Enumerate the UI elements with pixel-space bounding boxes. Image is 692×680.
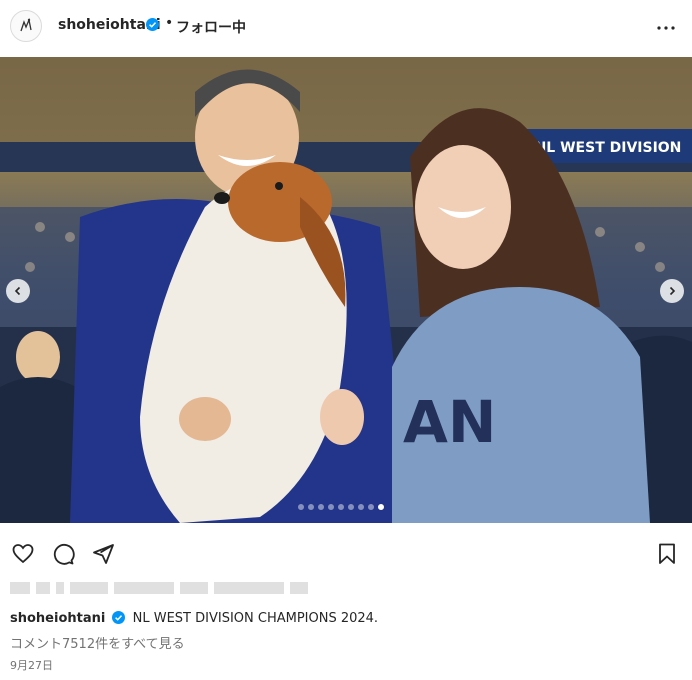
carousel-dot [318,504,324,510]
chevron-right-icon [669,286,676,296]
action-bar [0,530,692,578]
stadium-photo: NL WEST DIVISION WE AN [0,57,692,523]
carousel-dot [308,504,314,510]
verified-badge-icon [112,611,126,624]
share-icon[interactable] [91,542,115,566]
post-date: 9月27日 [10,659,53,672]
chevron-left-icon [14,286,21,296]
avatar[interactable] [10,10,42,42]
carousel-dot [368,504,374,510]
jacket-text: AN [403,388,496,456]
heart-icon[interactable] [11,542,35,566]
carousel-dot [338,504,344,510]
carousel-dot [378,504,384,510]
more-horizontal-icon[interactable] [654,16,678,40]
carousel-dot [328,504,334,510]
carousel-prev-button[interactable] [6,279,30,303]
bookmark-icon[interactable] [655,542,679,566]
following-button[interactable]: フォロー中 [176,17,246,37]
carousel-next-button[interactable] [660,279,684,303]
carousel-dot [358,504,364,510]
post-image[interactable]: NL WEST DIVISION WE AN [0,57,692,523]
carousel-dot [298,504,304,510]
caption-username[interactable]: shoheiohtani [10,611,105,626]
view-comments-link[interactable]: コメント7512件をすべて見る [10,633,185,652]
caption-text: NL WEST DIVISION CHAMPIONS 2024. [132,611,379,626]
comment-icon[interactable] [51,542,75,566]
carousel-dot [348,504,354,510]
banner-text: NL WEST DIVISION [535,140,682,156]
header-separator: • [165,15,174,31]
verified-badge-icon [146,18,159,31]
carousel-indicators [298,504,384,510]
liked-by-blurred [10,582,308,594]
avatar-logo-icon [20,17,32,32]
post-header: shoheiohtani • フォロー中 [0,0,692,57]
post-caption: shoheiohtani NL WEST DIVISION CHAMPIONS … [10,611,680,626]
